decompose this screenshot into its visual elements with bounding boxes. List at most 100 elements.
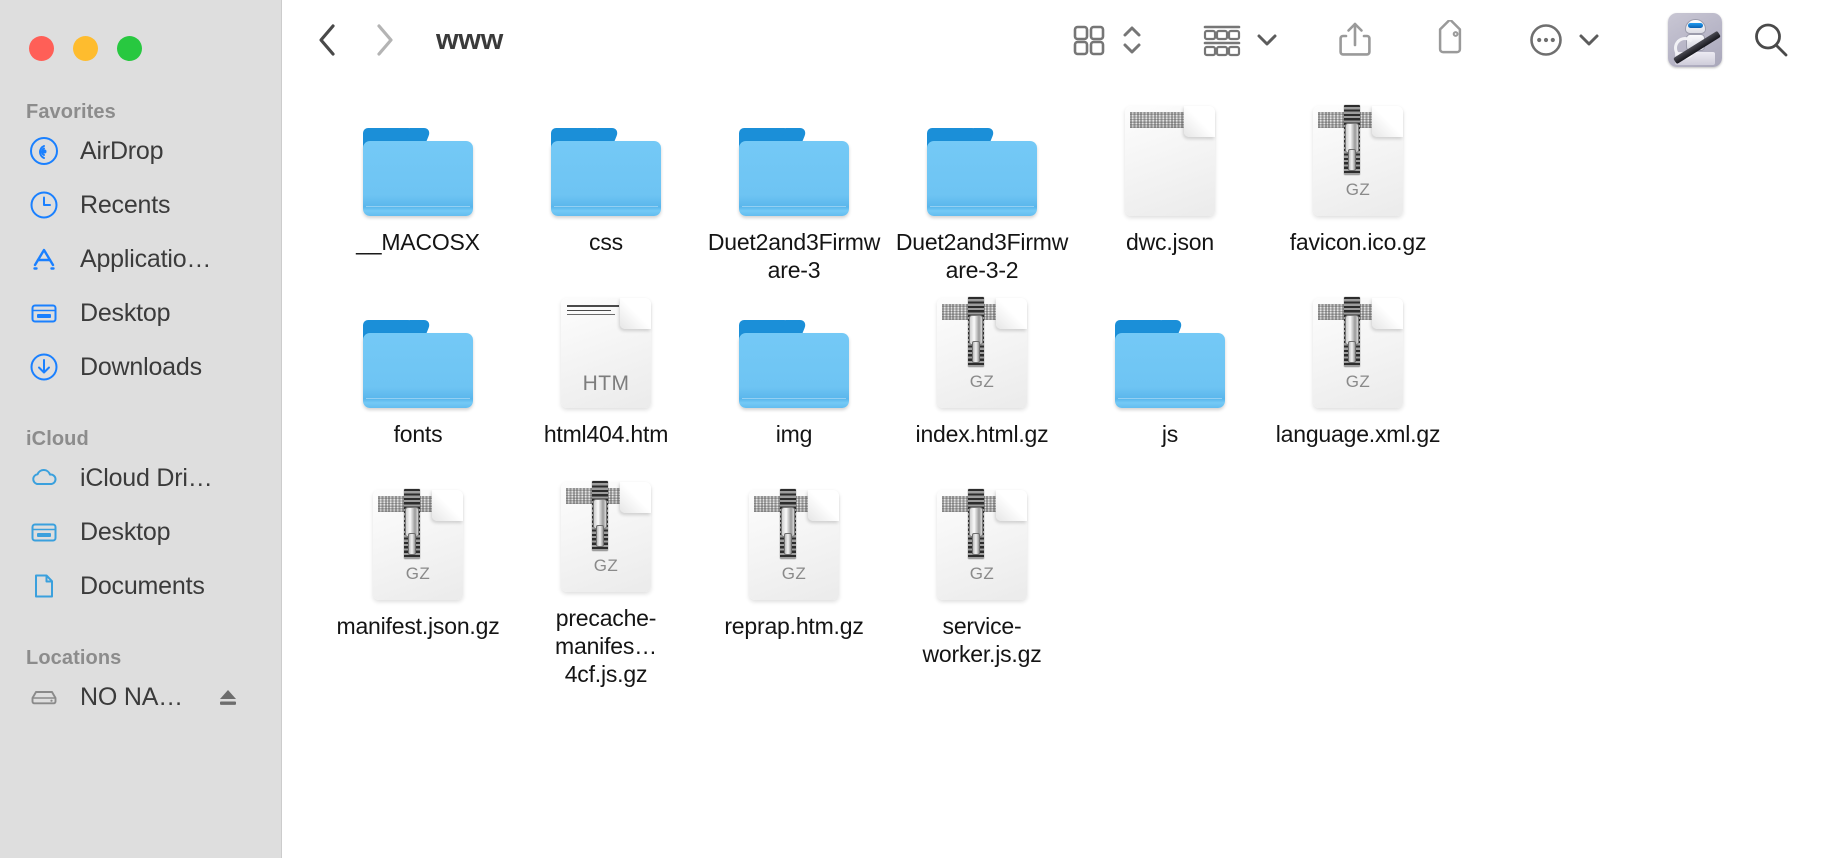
document-file-icon <box>1125 98 1215 216</box>
file-item[interactable]: Duet2and3Firmware-3 <box>700 98 888 290</box>
sidebar-item-label: Downloads <box>80 352 202 381</box>
sidebar-item-downloads[interactable]: Downloads <box>0 340 281 394</box>
navigation-buttons <box>316 23 396 57</box>
more-actions-button[interactable] <box>1526 20 1566 60</box>
sidebar-item-label: Recents <box>80 190 171 219</box>
sidebar-item-icloud-desktop[interactable]: Desktop <box>0 505 281 559</box>
chevron-up-down-icon <box>1123 26 1141 54</box>
share-button[interactable] <box>1336 19 1374 61</box>
file-item[interactable]: GZ language.xml.gz <box>1264 290 1452 482</box>
group-by-dropdown[interactable] <box>1254 27 1280 53</box>
close-button[interactable] <box>29 35 54 61</box>
file-name: favicon.ico.gz <box>1289 229 1427 255</box>
maximize-button[interactable] <box>117 35 142 61</box>
harddisk-icon <box>28 681 60 713</box>
automator-app-button[interactable] <box>1668 13 1722 67</box>
archive-file-icon: GZ <box>373 482 463 600</box>
folder-icon <box>551 98 661 216</box>
sidebar-item-label: NO NA… <box>80 682 183 711</box>
archive-file-icon: GZ <box>937 290 1027 408</box>
sidebar-section-favorites: Favorites <box>26 101 116 123</box>
view-options-stepper[interactable] <box>1120 20 1144 60</box>
minimize-button[interactable] <box>73 35 98 61</box>
group-by-button[interactable] <box>1200 20 1244 60</box>
ellipsis-circle-icon <box>1530 24 1562 56</box>
archive-file-icon: GZ <box>561 481 651 592</box>
file-extension-label: GZ <box>593 556 619 575</box>
file-item[interactable]: GZ service-worker.js.gz <box>888 482 1076 674</box>
file-name: manifest.json.gz <box>336 613 500 639</box>
sidebar-item-label: Desktop <box>80 298 171 327</box>
sidebar-item-label: Desktop <box>80 517 171 546</box>
file-name: language.xml.gz <box>1275 421 1441 447</box>
html-file-icon: HTM <box>561 290 651 408</box>
sidebar-item-label: Applicatio… <box>80 244 212 273</box>
search-icon <box>1755 23 1788 57</box>
file-extension-label: GZ <box>781 564 807 583</box>
sidebar-item-applications[interactable]: Applicatio… <box>0 232 281 286</box>
toolbar-right-group <box>1070 0 1828 80</box>
cloud-icon <box>28 462 60 494</box>
forward-button[interactable] <box>372 23 396 57</box>
document-icon <box>28 570 60 602</box>
automator-app-icon <box>1668 13 1722 67</box>
download-icon <box>28 351 60 383</box>
file-item[interactable]: img <box>700 290 888 482</box>
file-item[interactable]: GZ reprap.htm.gz <box>700 482 888 674</box>
share-icon <box>1339 22 1371 56</box>
sidebar-item-documents[interactable]: Documents <box>0 559 281 613</box>
chevron-right-icon <box>377 24 393 56</box>
sidebar-item-airdrop[interactable]: AirDrop <box>0 124 281 178</box>
more-actions-dropdown[interactable] <box>1576 27 1602 53</box>
file-extension-label: GZ <box>969 564 995 583</box>
archive-file-icon: GZ <box>1313 290 1403 408</box>
file-name: dwc.json <box>1126 229 1214 255</box>
view-mode-button[interactable] <box>1070 21 1108 59</box>
file-item[interactable]: GZ precache-manifes…4cf.js.gz <box>512 481 700 687</box>
file-item[interactable]: GZ index.html.gz <box>888 290 1076 482</box>
tag-icon <box>1438 20 1462 54</box>
sidebar-item-label: AirDrop <box>80 136 164 165</box>
file-item[interactable]: dwc.json <box>1076 98 1264 290</box>
tags-button[interactable] <box>1430 20 1470 60</box>
file-extension-label: GZ <box>405 564 431 583</box>
file-item[interactable]: fonts <box>324 290 512 482</box>
sidebar: Favorites AirDrop Recents Applicatio… De… <box>0 0 282 858</box>
file-extension-label: HTM <box>582 372 630 395</box>
desktop-icon <box>28 297 60 329</box>
search-button[interactable] <box>1750 19 1792 61</box>
file-item[interactable]: GZ favicon.ico.gz <box>1264 98 1452 290</box>
back-button[interactable] <box>316 23 340 57</box>
file-grid: __MACOSX css Duet2and3Firmware-3 Duet2an… <box>282 80 1828 687</box>
file-name: reprap.htm.gz <box>724 613 864 639</box>
page-title: www <box>436 23 504 56</box>
main-content: www __MACOSX css Duet2and3Firmware-3 Due… <box>282 0 1828 858</box>
chevron-down-icon <box>1579 34 1599 46</box>
eject-icon <box>219 690 236 705</box>
file-item[interactable]: __MACOSX <box>324 98 512 290</box>
chevron-left-icon <box>319 24 335 56</box>
folder-icon <box>363 290 473 408</box>
folder-icon <box>1115 290 1225 408</box>
file-item[interactable]: HTM html404.htm <box>512 290 700 482</box>
file-name: index.html.gz <box>915 421 1049 447</box>
sidebar-item-desktop[interactable]: Desktop <box>0 286 281 340</box>
finder-window: Favorites AirDrop Recents Applicatio… De… <box>0 0 1828 858</box>
sidebar-item-recents[interactable]: Recents <box>0 178 281 232</box>
file-item[interactable]: js <box>1076 290 1264 482</box>
file-extension-label: GZ <box>1345 180 1371 199</box>
file-item[interactable]: Duet2and3Firmware-3-2 <box>888 98 1076 290</box>
eject-button[interactable] <box>217 686 239 708</box>
file-name: Duet2and3Firmware-3 <box>707 229 881 283</box>
archive-file-icon: GZ <box>749 482 839 600</box>
file-extension-label: GZ <box>969 372 995 391</box>
sidebar-item-icloud-drive[interactable]: iCloud Dri… <box>0 451 281 505</box>
sidebar-item-no-name-drive[interactable]: NO NA… <box>0 670 281 724</box>
file-name: css <box>589 229 623 255</box>
sidebar-item-label: Documents <box>80 571 205 600</box>
file-name: html404.htm <box>543 421 669 447</box>
file-item[interactable]: css <box>512 98 700 290</box>
folder-icon <box>363 98 473 216</box>
file-item[interactable]: GZ manifest.json.gz <box>324 482 512 674</box>
file-name: __MACOSX <box>356 229 480 255</box>
